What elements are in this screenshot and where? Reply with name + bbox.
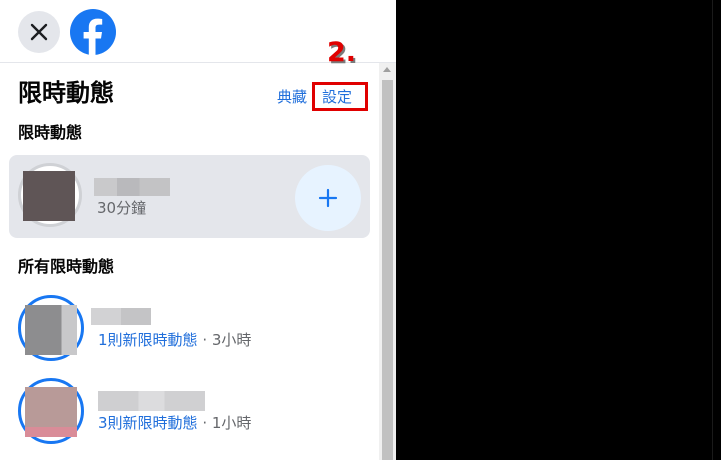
scroll-thumb[interactable] [382,80,393,460]
all-stories-section-title: 所有限時動態 [18,257,115,276]
avatar [25,305,77,355]
settings-link[interactable]: 設定 [322,87,352,107]
add-story-button[interactable] [295,165,361,231]
facebook-logo-icon[interactable] [70,9,116,55]
page-title: 限時動態 [18,79,114,107]
stories-panel: 2. 限時動態 典藏 設定 限時動態 30分鐘 所有限時動態 1則新限時動態 ·… [0,0,396,460]
blurred-name [94,178,170,196]
my-story-time: 30分鐘 [97,199,147,217]
avatar [25,387,77,437]
close-icon [30,23,48,41]
blurred-name [98,391,205,411]
my-story-card[interactable]: 30分鐘 [9,155,370,238]
my-story-section-title: 限時動態 [18,123,83,142]
scroll-up-arrow-icon[interactable] [383,67,391,72]
story-meta: 3則新限時動態 · 1小時 [98,413,251,433]
viewer-edge [712,0,713,460]
archive-link[interactable]: 典藏 [277,87,307,107]
story-list-item[interactable]: 3則新限時動態 · 1小時 [0,373,378,449]
story-time: · 3小時 [197,331,252,349]
close-button[interactable] [18,11,60,53]
story-meta: 1則新限時動態 · 3小時 [98,330,251,350]
plus-icon [318,188,338,208]
scrollbar[interactable] [379,63,396,460]
story-list-item[interactable]: 1則新限時動態 · 3小時 [0,290,378,366]
avatar [23,171,75,221]
step-annotation: 2. [327,37,357,68]
story-count: 1則新限時動態 [98,331,198,349]
story-count: 3則新限時動態 [98,414,198,432]
blurred-name [91,308,151,325]
story-time: · 1小時 [197,414,252,432]
